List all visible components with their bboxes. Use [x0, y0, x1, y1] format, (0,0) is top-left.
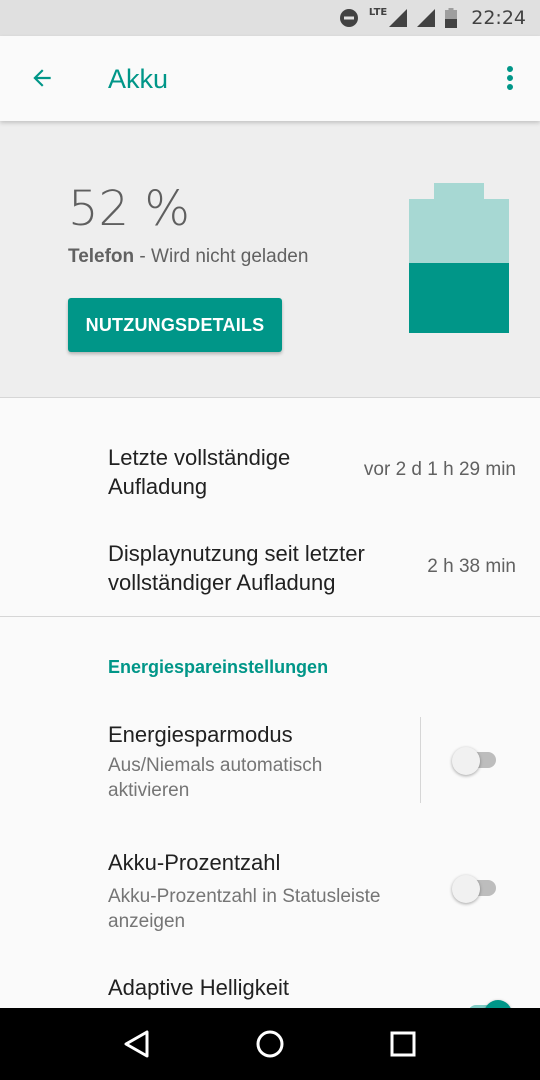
info-row-title: Letzte vollständige Aufladung: [108, 445, 291, 499]
battery-level-graphic: [409, 183, 509, 333]
device-label: Telefon: [68, 246, 135, 267]
switch-thumb: [452, 747, 480, 775]
battery-header: 52 % Telefon - Wird nicht geladen NUTZUN…: [0, 121, 540, 398]
vertical-separator: [420, 717, 421, 803]
setting-summary: Akku-Prozentzahl in Statusleiste anzeige…: [108, 886, 381, 932]
setting-adaptive-brightness[interactable]: Adaptive Helligkeit: [0, 960, 540, 1008]
battery-icon: [445, 8, 458, 28]
status-bar: LTE 22:24: [0, 0, 540, 36]
battery-percentage-switch[interactable]: [452, 873, 500, 903]
battery-saver-switch[interactable]: [452, 745, 500, 775]
signal-icon: [389, 9, 408, 27]
battery-status: Telefon - Wird nicht geladen: [68, 246, 308, 268]
signal-icon: [417, 9, 436, 27]
divider: [0, 616, 540, 617]
switch-thumb: [452, 875, 480, 903]
setting-title: Adaptive Helligkeit: [108, 975, 289, 1000]
setting-title: Energiesparmodus: [108, 722, 293, 747]
info-row-value: 2 h 38 min: [427, 556, 516, 577]
info-row-last-charge[interactable]: Letzte vollständige Aufladung vor 2 d 1 …: [0, 398, 540, 508]
home-circle-icon[interactable]: [240, 1014, 300, 1074]
battery-percent: 52 %: [68, 181, 190, 237]
battery-empty-part: [409, 199, 509, 263]
dnd-icon: [339, 8, 359, 28]
usage-details-button[interactable]: NUTZUNGSDETAILS: [68, 298, 282, 352]
info-row-screen-usage[interactable]: Displaynutzung seit letzter vollständige…: [0, 508, 540, 616]
battery-fill: [409, 263, 509, 333]
more-vert-icon[interactable]: [498, 60, 522, 96]
back-triangle-icon[interactable]: [107, 1014, 167, 1074]
navigation-bar: [0, 1008, 540, 1080]
info-row-value: vor 2 d 1 h 29 min: [363, 459, 516, 480]
arrow-back-icon[interactable]: [24, 60, 60, 96]
recents-square-icon[interactable]: [373, 1014, 433, 1074]
info-row-title: Displaynutzung seit letzter vollständige…: [108, 541, 365, 595]
status-time: 22:24: [471, 7, 526, 29]
battery-cap: [434, 183, 484, 199]
charging-state: - Wird nicht geladen: [134, 246, 309, 267]
app-bar: Akku: [0, 36, 540, 121]
lte-label: LTE: [368, 6, 388, 18]
page-title: Akku: [108, 64, 169, 94]
setting-summary: Aus/Niemals automatisch aktivieren: [108, 755, 323, 801]
section-title: Energiespareinstellungen: [108, 657, 329, 677]
setting-title: Akku-Prozentzahl: [108, 850, 281, 875]
